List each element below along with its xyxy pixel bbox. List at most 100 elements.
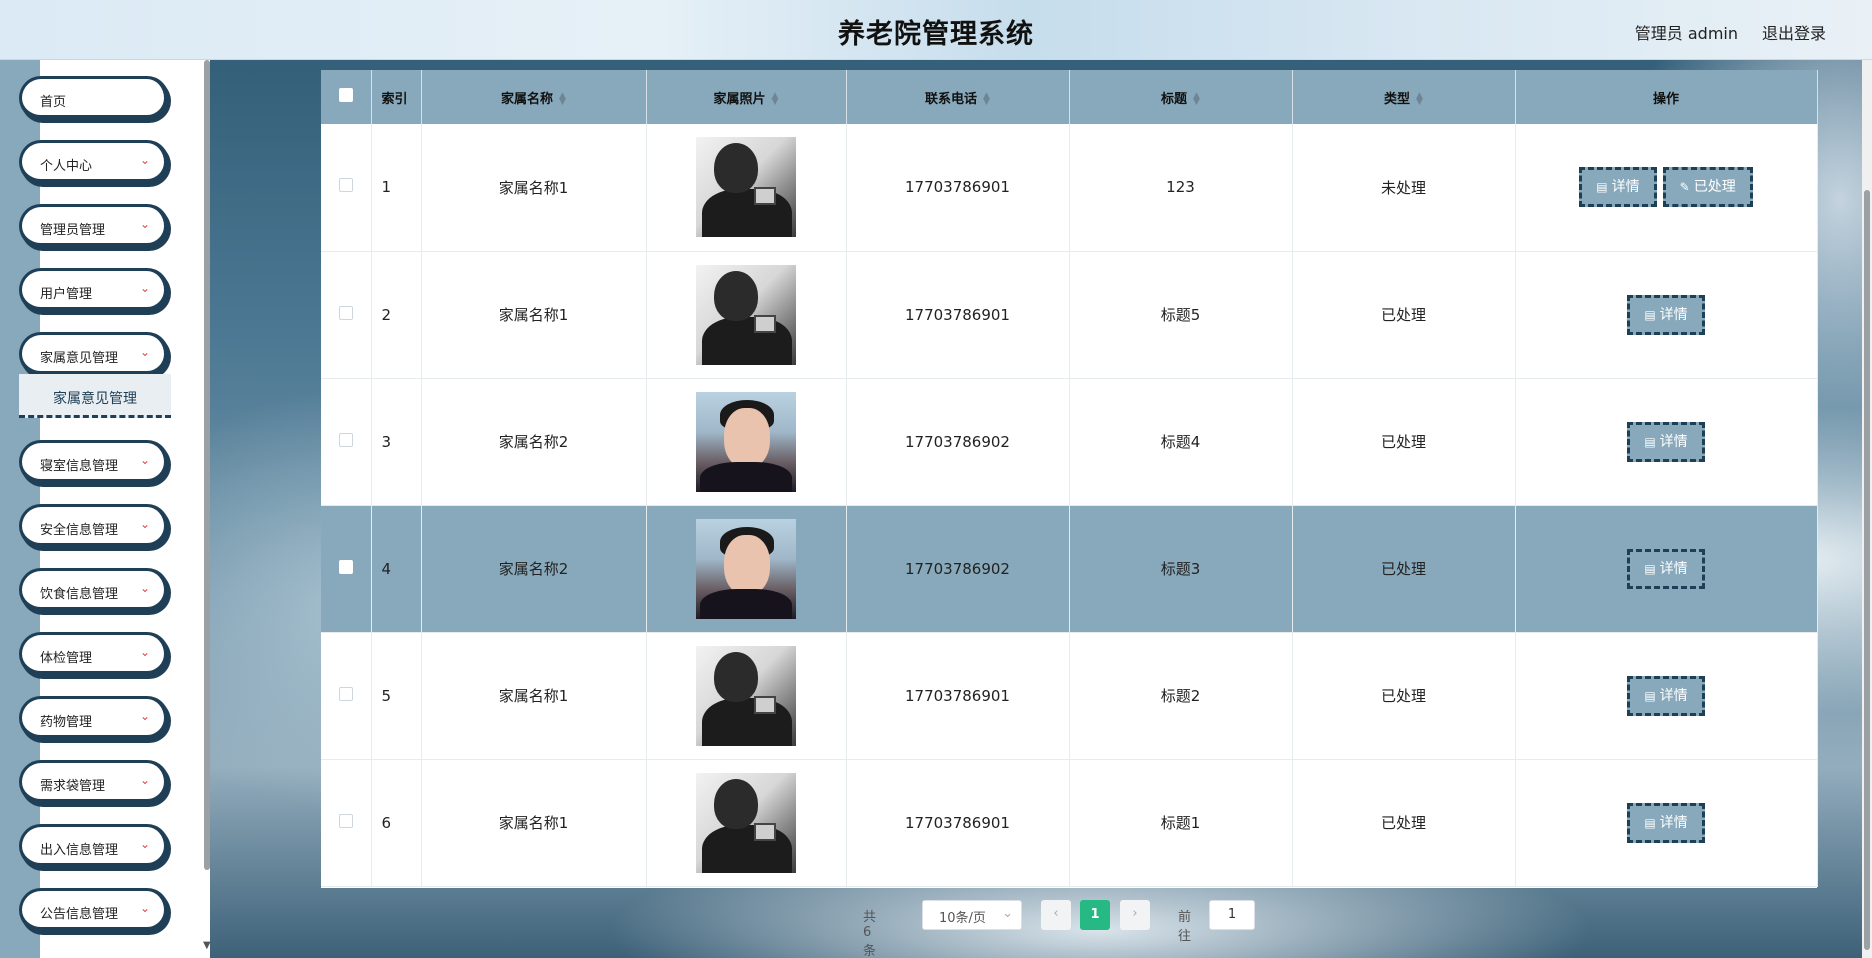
chevron-down-icon: ⌄ bbox=[139, 453, 150, 467]
sidebar-subitem-family-feedback[interactable]: 家属意见管理 bbox=[19, 374, 171, 418]
cell-actions: ▤ 详情 bbox=[1515, 505, 1818, 633]
scroll-down-arrow-icon[interactable]: ▼ bbox=[203, 940, 210, 951]
cell-phone: 17703786901 bbox=[846, 251, 1070, 379]
cell-actions: ▤ 详情 ✎ 已处理 bbox=[1515, 124, 1818, 252]
sidebar-item-label: 公告信息管理 bbox=[40, 907, 119, 922]
cell-name: 家属名称1 bbox=[421, 632, 647, 760]
column-header-name[interactable]: 家属名称 ▲ ▼ bbox=[421, 70, 647, 124]
prev-page-button[interactable]: ‹ bbox=[1041, 900, 1071, 930]
sidebar-item[interactable]: 饮食信息管理 ⌄ bbox=[19, 568, 169, 612]
row-checkbox[interactable] bbox=[338, 559, 353, 574]
column-header-label: 联系电话 bbox=[925, 91, 978, 107]
row-checkbox[interactable] bbox=[338, 305, 353, 320]
cell-type: 已处理 bbox=[1292, 505, 1516, 633]
sidebar-item[interactable]: 个人中心 ⌄ bbox=[19, 140, 169, 184]
sidebar-item-label: 家属意见管理 bbox=[40, 351, 119, 366]
detail-button[interactable]: ▤ 详情 bbox=[1627, 294, 1705, 335]
cell-type: 已处理 bbox=[1292, 759, 1516, 887]
table-body: 1 家属名称1 17703786901 123 未处理 ▤ 详情 ✎ 已处理 2 家属名称1 1770… bbox=[321, 124, 1818, 887]
column-header-type[interactable]: 类型 ▲ ▼ bbox=[1292, 70, 1516, 124]
row-checkbox[interactable] bbox=[338, 178, 353, 193]
row-select-cell bbox=[321, 378, 372, 506]
cell-actions: ▤ 详情 bbox=[1515, 759, 1818, 887]
column-header-photo[interactable]: 家属照片 ▲ ▼ bbox=[646, 70, 847, 124]
document-icon: ▤ bbox=[1596, 180, 1608, 195]
page-scrollbar[interactable] bbox=[1862, 60, 1872, 958]
table-row[interactable]: 5 家属名称1 17703786901 标题2 已处理 ▤ 详情 bbox=[321, 632, 1818, 760]
cell-title: 标题5 bbox=[1069, 251, 1293, 379]
column-header-phone[interactable]: 联系电话 ▲ ▼ bbox=[846, 70, 1070, 124]
row-select-cell bbox=[321, 124, 372, 252]
sidebar-item-label: 安全信息管理 bbox=[40, 523, 119, 538]
table-row[interactable]: 3 家属名称2 17703786902 标题4 已处理 ▤ 详情 bbox=[321, 378, 1818, 506]
sidebar-item[interactable]: 用户管理 ⌄ bbox=[19, 268, 169, 312]
sort-icon[interactable]: ▲ ▼ bbox=[1416, 92, 1423, 107]
action-label: 详情 bbox=[1659, 814, 1688, 831]
cell-photo bbox=[646, 124, 847, 252]
logout-button[interactable]: 退出登录 bbox=[1762, 20, 1826, 44]
family-photo bbox=[696, 391, 796, 492]
column-header-label: 家属名称 bbox=[501, 91, 554, 107]
table-row[interactable]: 4 家属名称2 17703786902 标题3 已处理 ▤ 详情 bbox=[321, 505, 1818, 633]
cell-name: 家属名称2 bbox=[421, 505, 647, 633]
sidebar-item[interactable]: 首页 bbox=[19, 76, 169, 120]
detail-button[interactable]: ▤ 详情 bbox=[1579, 167, 1657, 208]
chevron-down-icon: ⌄ bbox=[139, 217, 150, 231]
sort-icon[interactable]: ▲ ▼ bbox=[772, 92, 779, 107]
process-button[interactable]: ✎ 已处理 bbox=[1662, 167, 1753, 208]
cell-actions: ▤ 详情 bbox=[1515, 251, 1818, 379]
row-select-cell bbox=[321, 632, 372, 760]
sidebar-item[interactable]: 药物管理 ⌄ bbox=[19, 696, 169, 740]
sort-icon[interactable]: ▲ ▼ bbox=[559, 92, 566, 107]
row-checkbox[interactable] bbox=[338, 432, 353, 447]
sidebar-item[interactable]: 体检管理 ⌄ bbox=[19, 632, 169, 676]
sidebar-item[interactable]: 家属意见管理 ⌄ bbox=[19, 332, 169, 376]
jump-to-input[interactable]: 1 bbox=[1209, 900, 1255, 930]
table-row[interactable]: 2 家属名称1 17703786901 标题5 已处理 ▤ 详情 bbox=[321, 251, 1818, 379]
action-label: 详情 bbox=[1659, 306, 1688, 323]
chevron-down-icon: ⌄ bbox=[139, 517, 150, 531]
column-header-title[interactable]: 标题 ▲ ▼ bbox=[1069, 70, 1293, 124]
document-icon: ▤ bbox=[1644, 434, 1656, 449]
sidebar-item[interactable]: 寝室信息管理 ⌄ bbox=[19, 440, 169, 484]
sidebar-item[interactable]: 公告信息管理 ⌄ bbox=[19, 888, 169, 932]
detail-button[interactable]: ▤ 详情 bbox=[1627, 675, 1705, 716]
family-photo bbox=[696, 264, 796, 365]
sidebar-item[interactable]: 管理员管理 ⌄ bbox=[19, 204, 169, 248]
next-page-button[interactable]: › bbox=[1120, 900, 1150, 930]
row-checkbox[interactable] bbox=[338, 686, 353, 701]
family-photo bbox=[696, 518, 796, 619]
cell-phone: 17703786901 bbox=[846, 124, 1070, 252]
sidebar-item[interactable]: 需求袋管理 ⌄ bbox=[19, 760, 169, 804]
chevron-down-icon: ⌄ bbox=[139, 709, 150, 723]
table-row[interactable]: 1 家属名称1 17703786901 123 未处理 ▤ 详情 ✎ 已处理 bbox=[321, 124, 1818, 252]
cell-title: 标题1 bbox=[1069, 759, 1293, 887]
cell-photo bbox=[646, 759, 847, 887]
action-label: 详情 bbox=[1611, 179, 1640, 196]
page-scrollbar-thumb[interactable] bbox=[1864, 190, 1870, 950]
table-row[interactable]: 6 家属名称1 17703786901 标题1 已处理 ▤ 详情 bbox=[321, 759, 1818, 887]
chevron-down-icon: ⌄ bbox=[139, 837, 150, 851]
sort-icon[interactable]: ▲ ▼ bbox=[983, 92, 990, 107]
detail-button[interactable]: ▤ 详情 bbox=[1627, 548, 1705, 589]
action-label: 详情 bbox=[1659, 560, 1688, 577]
select-all-cell bbox=[321, 70, 372, 124]
family-photo bbox=[696, 772, 796, 873]
document-icon: ▤ bbox=[1644, 688, 1656, 703]
page-size-select[interactable]: 10条/页 ⌄ bbox=[922, 900, 1022, 930]
select-all-checkbox[interactable] bbox=[338, 88, 353, 102]
sidebar-scrollbar[interactable] bbox=[204, 60, 210, 870]
detail-button[interactable]: ▤ 详情 bbox=[1627, 421, 1705, 462]
row-select-cell bbox=[321, 759, 372, 887]
sidebar-item[interactable]: 出入信息管理 ⌄ bbox=[19, 824, 169, 868]
sidebar-subitem-label: 家属意见管理 bbox=[53, 391, 137, 407]
row-checkbox[interactable] bbox=[338, 813, 353, 828]
cell-phone: 17703786902 bbox=[846, 378, 1070, 506]
data-table: 索引 家属名称 ▲ ▼ 家属照片 ▲ ▼ 联系电话 ▲ ▼ 标题 ▲ ▼ 类型 ▲ ▼ 操作 1 家属… bbox=[321, 70, 1818, 887]
chevron-down-icon: ⌄ bbox=[139, 645, 150, 659]
page-number-current[interactable]: 1 bbox=[1080, 900, 1110, 930]
detail-button[interactable]: ▤ 详情 bbox=[1627, 802, 1705, 843]
sidebar-item[interactable]: 安全信息管理 ⌄ bbox=[19, 504, 169, 548]
sort-icon[interactable]: ▲ ▼ bbox=[1193, 92, 1200, 107]
column-header-index: 索引 bbox=[371, 70, 422, 124]
